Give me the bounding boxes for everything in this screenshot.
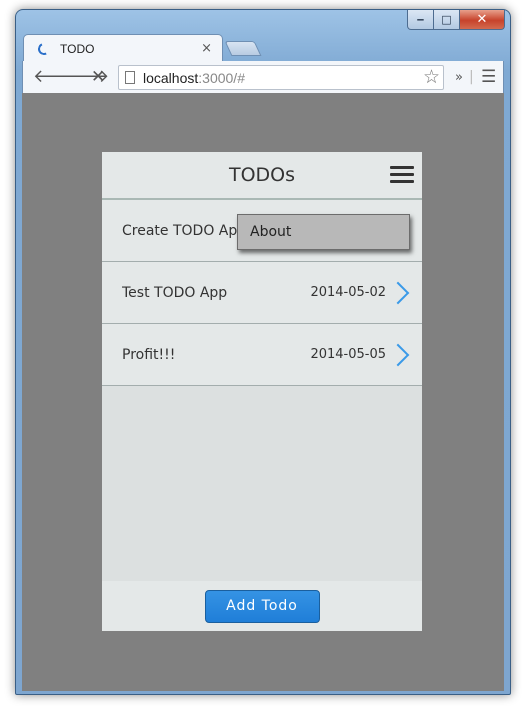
minimize-button[interactable]: ‒ — [407, 10, 434, 30]
add-todo-button[interactable]: Add Todo — [204, 589, 320, 623]
app-header: TODOs — [102, 152, 422, 200]
page-title: TODOs — [228, 164, 296, 186]
stop-icon[interactable]: ✕ — [91, 66, 105, 88]
star-icon[interactable]: ☆ — [423, 66, 440, 89]
page-icon — [125, 71, 135, 84]
todo-name: Profit!!! — [122, 346, 176, 363]
browser-toolbar: 🡐 🡒 ✕ localhost:3000/# ☆ » | ☰ — [22, 61, 504, 93]
maximize-button[interactable]: □ — [434, 10, 460, 30]
page-viewport: TODOs Create TODO App Test TODO App 2014… — [22, 93, 504, 691]
tab-title: TODO — [60, 41, 95, 56]
todo-name: Test TODO App — [122, 284, 228, 301]
hamburger-menu-icon[interactable] — [390, 166, 414, 184]
minimize-icon: ‒ — [416, 13, 425, 26]
maximize-icon: □ — [441, 13, 452, 26]
list-item[interactable]: Test TODO App 2014-05-02 — [102, 262, 422, 324]
tab-close-icon[interactable]: × — [201, 41, 212, 56]
url-host: localhost — [143, 69, 199, 86]
address-bar[interactable]: localhost:3000/# ☆ — [118, 65, 444, 90]
menu-icon[interactable]: ☰ — [481, 66, 496, 88]
list-item[interactable]: Profit!!! 2014-05-05 — [102, 324, 422, 386]
app-footer: Add Todo — [102, 581, 422, 631]
todo-date: 2014-05-05 — [310, 347, 386, 362]
chevron-right-icon — [386, 343, 410, 367]
dropdown-menu: About — [237, 214, 410, 250]
window-controls: ‒ □ ✕ — [407, 10, 505, 30]
loading-icon — [36, 40, 52, 57]
browser-window: ‒ □ ✕ TODO × 🡐 🡒 ✕ localhost:3000/# ☆ » … — [15, 9, 511, 695]
url-path: :3000/# — [198, 69, 245, 86]
todo-date: 2014-05-02 — [310, 285, 386, 300]
chevron-right-icon — [386, 281, 410, 305]
chevron-double-icon[interactable]: » — [455, 67, 463, 89]
toolbar-divider: | — [469, 69, 474, 85]
close-icon: ✕ — [476, 12, 488, 27]
new-tab-button[interactable] — [224, 41, 262, 56]
menu-item-about[interactable]: About — [250, 224, 291, 240]
browser-tab[interactable]: TODO × — [23, 34, 223, 62]
close-window-button[interactable]: ✕ — [460, 10, 505, 30]
